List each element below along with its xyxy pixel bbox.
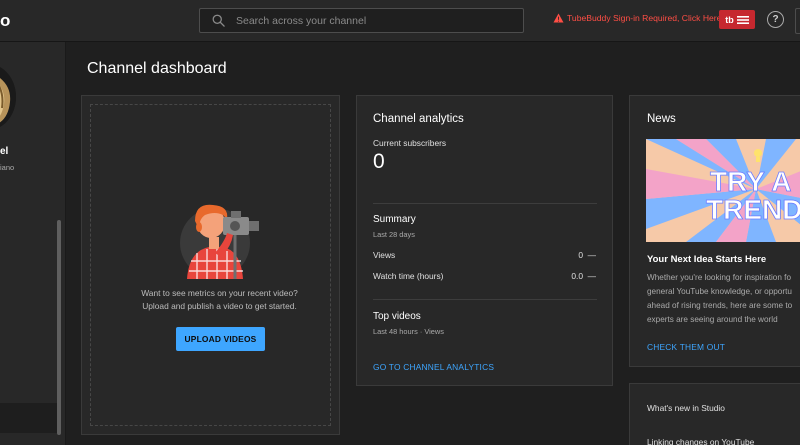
create-button-edge[interactable] bbox=[795, 8, 800, 34]
upload-card: Want to see metrics on your recent video… bbox=[81, 95, 340, 435]
help-icon[interactable]: ? bbox=[767, 11, 784, 28]
divider bbox=[373, 203, 597, 204]
page-title: Channel dashboard bbox=[87, 60, 227, 77]
news-body-line: experts are seeing around the world bbox=[647, 315, 778, 325]
tubebuddy-menu-button[interactable]: tb bbox=[719, 10, 755, 29]
tubebuddy-signin-warning[interactable]: TubeBuddy Sign-in Required, Click Here bbox=[553, 13, 721, 23]
upload-dropzone: Want to see metrics on your recent video… bbox=[90, 104, 331, 426]
news-banner-image: TRY A TREND bbox=[646, 139, 800, 242]
upload-prompt-line2: Upload and publish a video to get starte… bbox=[142, 301, 297, 311]
upload-videos-button[interactable]: UPLOAD VIDEOS bbox=[176, 327, 265, 351]
tubebuddy-warning-text: TubeBuddy Sign-in Required, Click Here bbox=[567, 13, 722, 23]
news-body-line: ahead of rising trends, here are some to bbox=[647, 301, 793, 311]
summary-period: Last 28 days bbox=[373, 230, 415, 239]
views-label: Views bbox=[373, 250, 396, 260]
top-videos-title: Top videos bbox=[373, 311, 421, 322]
whats-new-item[interactable]: Linking changes on YouTube bbox=[647, 437, 754, 445]
current-subscribers-label: Current subscribers bbox=[373, 138, 447, 148]
news-body: Whether you're looking for inspiration f… bbox=[647, 271, 800, 327]
news-body-line: general YouTube knowledge, or opportu bbox=[647, 287, 792, 297]
summary-title: Summary bbox=[373, 214, 416, 225]
hamburger-icon bbox=[736, 15, 749, 24]
views-value: 0 bbox=[578, 250, 583, 260]
warning-icon bbox=[553, 13, 564, 23]
news-banner-line2: TREND bbox=[706, 194, 800, 225]
news-title: News bbox=[647, 113, 676, 125]
watch-time-value: 0.0 bbox=[571, 271, 583, 281]
news-banner-line1: TRY A bbox=[710, 166, 791, 197]
watch-time-label: Watch time (hours) bbox=[373, 271, 444, 281]
check-them-out-link[interactable]: CHECK THEM OUT bbox=[647, 342, 725, 352]
sidebar: el iano bbox=[0, 42, 66, 445]
go-to-channel-analytics-link[interactable]: GO TO CHANNEL ANALYTICS bbox=[373, 362, 494, 372]
sidebar-selected-item[interactable] bbox=[0, 403, 57, 433]
camera-operator-illustration bbox=[180, 204, 259, 279]
top-bar: o TubeBuddy Sign-in Required, Click Here… bbox=[0, 0, 800, 42]
news-body-line: Whether you're looking for inspiration f… bbox=[647, 273, 792, 282]
news-card: News TRY A TREND Your Next Idea Starts H… bbox=[629, 95, 800, 367]
channel-subtitle: iano bbox=[0, 163, 15, 172]
channel-avatar[interactable] bbox=[0, 64, 16, 130]
channel-analytics-card: Channel analytics Current subscribers 0 … bbox=[356, 95, 613, 386]
avatar-image bbox=[0, 64, 16, 130]
search-box[interactable] bbox=[199, 8, 524, 33]
views-trend: — bbox=[587, 250, 596, 260]
whats-new-card: What's new in Studio Linking changes on … bbox=[629, 383, 800, 445]
current-subscribers-value: 0 bbox=[373, 150, 385, 173]
search-input[interactable] bbox=[236, 9, 516, 32]
studio-logo[interactable]: o bbox=[0, 11, 10, 31]
tubebuddy-logo-icon: tb bbox=[725, 14, 734, 25]
news-headline: Your Next Idea Starts Here bbox=[647, 254, 767, 265]
news-banner[interactable]: TRY A TREND bbox=[646, 139, 800, 242]
divider bbox=[373, 299, 597, 300]
channel-name: el bbox=[0, 146, 9, 157]
watch-time-trend: — bbox=[587, 271, 596, 281]
search-icon bbox=[212, 14, 225, 27]
upload-prompt-line1: Want to see metrics on your recent video… bbox=[141, 288, 298, 298]
analytics-title: Channel analytics bbox=[373, 113, 464, 125]
whats-new-title: What's new in Studio bbox=[647, 403, 725, 413]
top-videos-period: Last 48 hours · Views bbox=[373, 327, 444, 336]
upload-prompt: Want to see metrics on your recent video… bbox=[101, 287, 338, 313]
sidebar-scrollbar[interactable] bbox=[57, 220, 61, 435]
